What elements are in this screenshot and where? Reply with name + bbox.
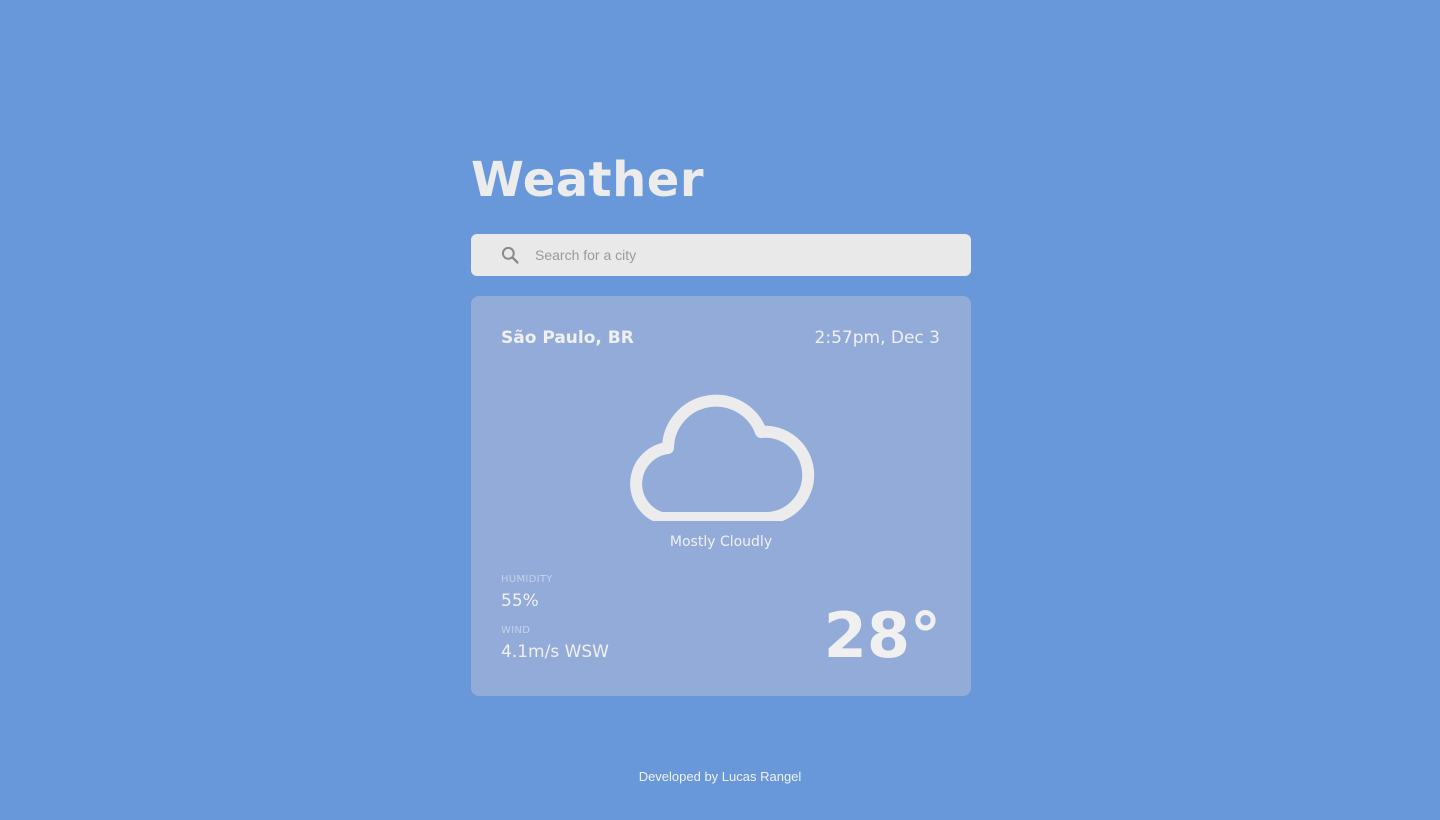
page-title: Weather [471,152,705,208]
city-name: São Paulo, BR [501,328,634,348]
cloud-icon [630,394,815,521]
current-datetime: 2:57pm, Dec 3 [814,328,940,348]
humidity-label: HUMIDITY [501,574,553,585]
search-bar[interactable] [471,234,971,276]
footer-credit: Developed by Lucas Rangel [638,769,802,784]
humidity-value: 55% [501,591,539,611]
wind-label: WIND [501,625,531,636]
wind-value: 4.1m/s WSW [501,642,609,662]
weather-app: Weather São Paulo, BR 2:57pm, Dec 3 Most… [471,140,971,696]
weather-condition: Mostly Cloudly [669,534,773,550]
search-input[interactable] [533,239,937,271]
weather-card: São Paulo, BR 2:57pm, Dec 3 Mostly Cloud… [471,296,971,696]
temperature: 28° [823,599,941,672]
search-icon[interactable] [499,244,521,266]
